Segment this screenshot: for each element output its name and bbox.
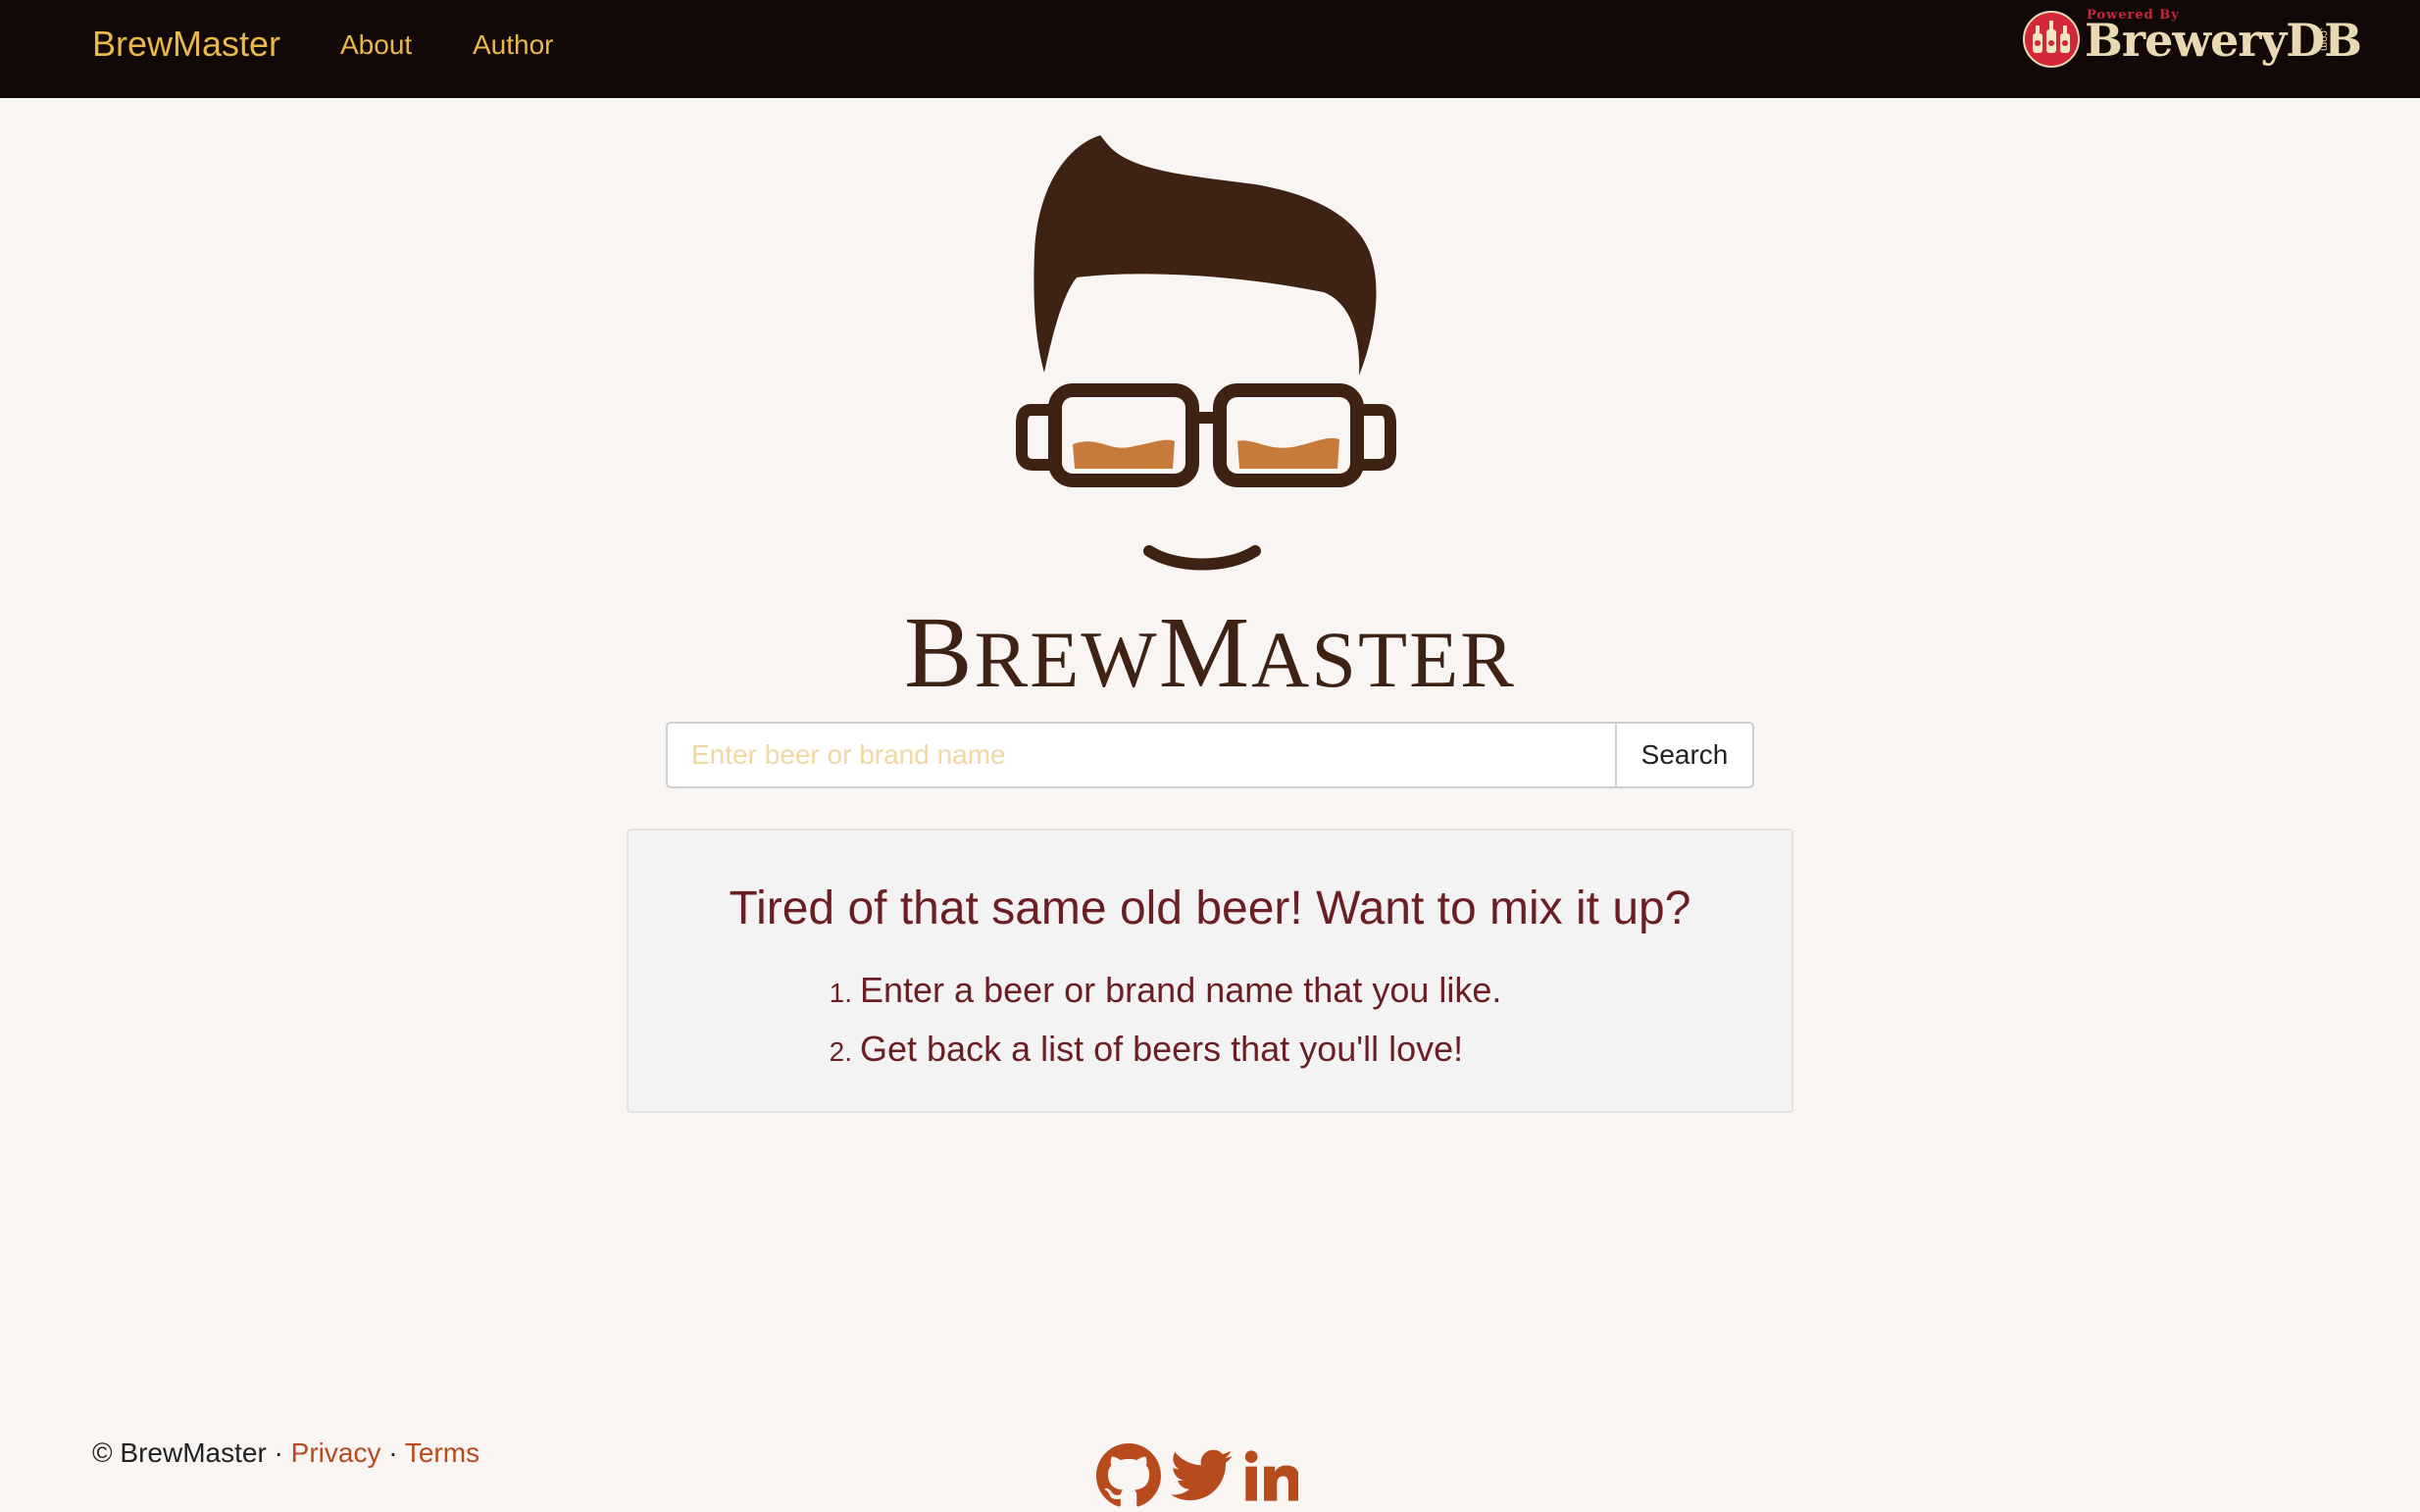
search-button[interactable]: Search — [1617, 722, 1754, 788]
step-text: Enter a beer or brand name that you like… — [860, 970, 1502, 1010]
search-bar: Search — [666, 722, 1754, 788]
step-number: 2. — [829, 1036, 852, 1067]
intro-steps-list: 1. Enter a beer or brand name that you l… — [817, 970, 1502, 1087]
brand-link[interactable]: BrewMaster — [92, 24, 280, 65]
step-text: Get back a list of beers that you'll lov… — [860, 1029, 1464, 1069]
copyright-text: © BrewMaster — [92, 1437, 267, 1468]
intro-step: 1. Enter a beer or brand name that you l… — [817, 970, 1502, 1029]
linkedin-link[interactable] — [1243, 1448, 1298, 1503]
powered-by-brewerydb-logo[interactable]: Powered By BreweryDB .com — [2022, 6, 2362, 71]
smile-shape — [1143, 545, 1261, 571]
top-navbar: BrewMaster About Author Powered By Brewe… — [0, 0, 2420, 98]
right-lens-beer — [1237, 437, 1339, 469]
privacy-link[interactable]: Privacy — [291, 1437, 381, 1468]
brewerydb-bottles-badge-icon — [2023, 11, 2080, 68]
brewmaster-face-logo — [1016, 135, 1396, 571]
social-links — [1096, 1441, 1298, 1510]
footer-separator: · — [388, 1437, 398, 1468]
intro-title: Tired of that same old beer! Want to mix… — [729, 882, 1691, 934]
twitter-icon — [1171, 1449, 1233, 1501]
footer-separator: · — [274, 1437, 283, 1468]
footer-links: © BrewMaster · Privacy · Terms — [92, 1437, 479, 1469]
twitter-link[interactable] — [1171, 1448, 1234, 1503]
github-icon — [1096, 1443, 1161, 1507]
github-link[interactable] — [1096, 1443, 1161, 1508]
brewerydb-suffix: .com — [2317, 27, 2330, 51]
nav-link-about[interactable]: About — [340, 29, 412, 61]
brewmaster-wordmark: BREWMASTER — [904, 596, 1516, 709]
step-number: 1. — [829, 978, 852, 1008]
intro-step: 2. Get back a list of beers that you'll … — [817, 1029, 1501, 1087]
search-input[interactable] — [666, 722, 1617, 788]
intro-panel: Tired of that same old beer! Want to mix… — [627, 829, 1793, 1113]
glasses-bridge — [1190, 412, 1222, 424]
linkedin-icon — [1244, 1450, 1298, 1501]
terms-link[interactable]: Terms — [405, 1437, 479, 1468]
hair-shape — [1034, 135, 1377, 376]
nav-link-author[interactable]: Author — [473, 29, 554, 61]
left-lens-beer — [1073, 439, 1175, 469]
